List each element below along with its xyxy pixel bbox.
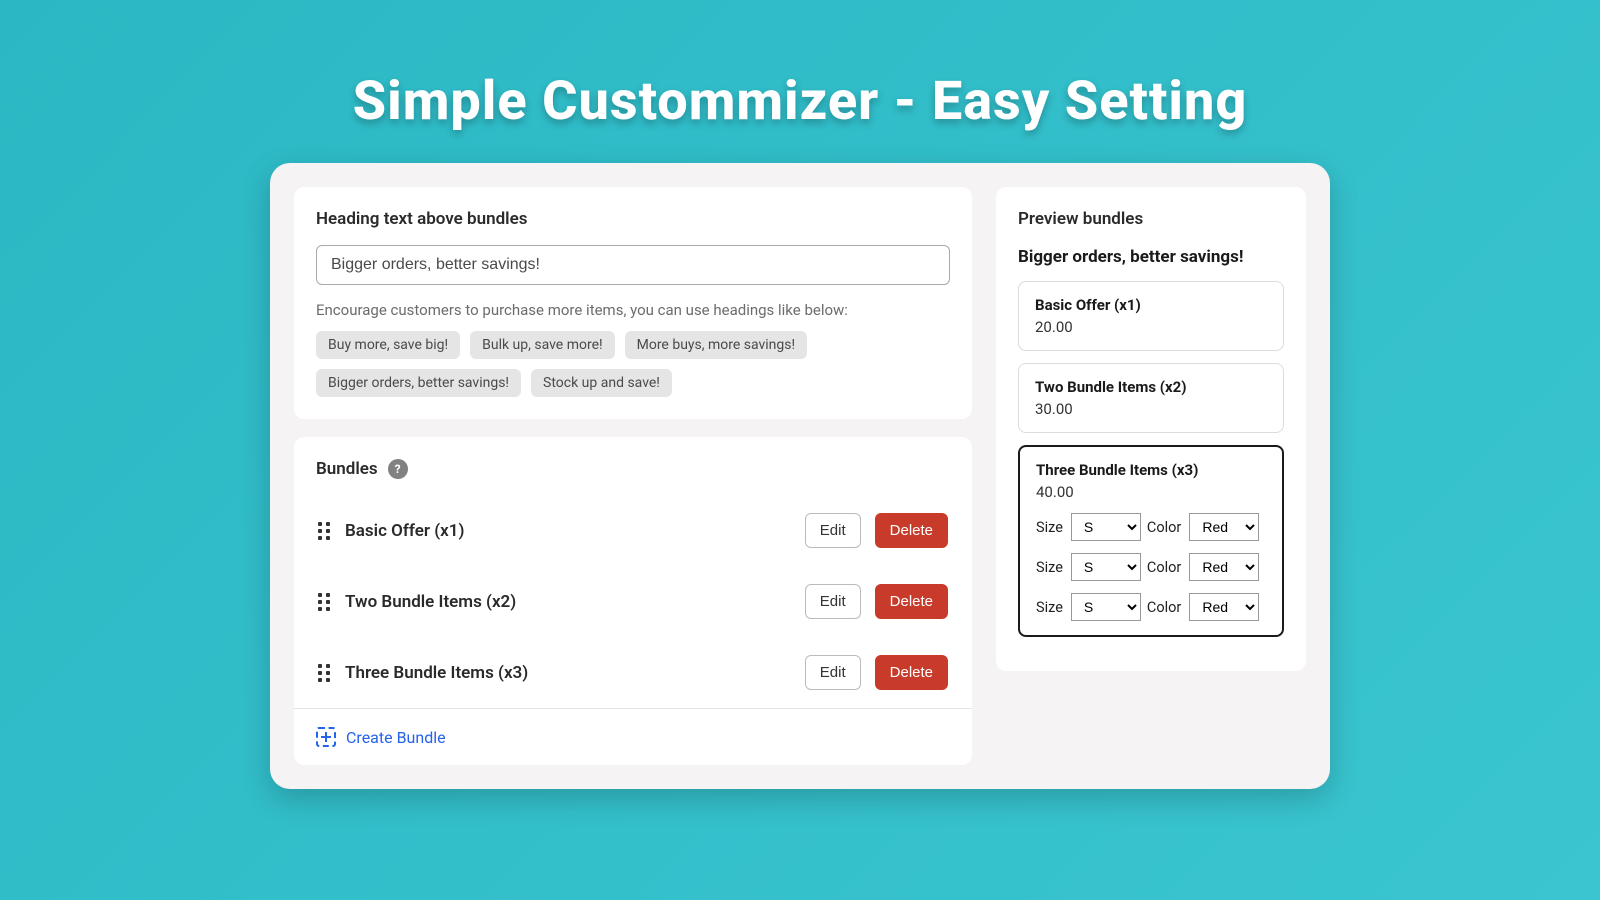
color-select[interactable]: Red	[1189, 553, 1259, 581]
preview-bundle-price: 20.00	[1035, 318, 1267, 336]
bundle-row: Two Bundle Items (x2) Edit Delete	[316, 566, 950, 637]
preview-bundle-name: Two Bundle Items (x2)	[1035, 378, 1267, 396]
preview-bundle[interactable]: Basic Offer (x1) 20.00	[1018, 281, 1284, 351]
preview-bundle[interactable]: Two Bundle Items (x2) 30.00	[1018, 363, 1284, 433]
heading-section-title: Heading text above bundles	[316, 209, 950, 229]
bundle-name: Basic Offer (x1)	[345, 521, 791, 541]
size-label: Size	[1036, 599, 1063, 616]
help-icon[interactable]: ?	[388, 459, 408, 479]
hero-title: Simple Custommizer - Easy Setting	[0, 0, 1600, 163]
bundles-section-title: Bundles ?	[316, 459, 950, 479]
drag-handle-icon[interactable]	[318, 664, 331, 682]
variant-row: Size S Color Red	[1036, 553, 1266, 581]
suggestion-chip[interactable]: More buys, more savings!	[625, 331, 808, 359]
delete-button[interactable]: Delete	[875, 655, 948, 690]
bundle-row: Three Bundle Items (x3) Edit Delete	[316, 637, 950, 708]
edit-button[interactable]: Edit	[805, 655, 861, 690]
bundle-name: Two Bundle Items (x2)	[345, 592, 791, 612]
preview-bundle-selected[interactable]: Three Bundle Items (x3) 40.00 Size S Col…	[1018, 445, 1284, 637]
preview-bundle-name: Three Bundle Items (x3)	[1036, 461, 1266, 479]
bundles-title-text: Bundles	[316, 459, 378, 479]
preview-card: Preview bundles Bigger orders, better sa…	[996, 187, 1306, 671]
bundle-row: Basic Offer (x1) Edit Delete	[316, 495, 950, 566]
preview-bundle-price: 40.00	[1036, 483, 1266, 501]
size-select[interactable]: S	[1071, 553, 1141, 581]
size-select[interactable]: S	[1071, 593, 1141, 621]
color-label: Color	[1147, 559, 1181, 576]
preview-bundle-name: Basic Offer (x1)	[1035, 296, 1267, 314]
heading-input[interactable]	[316, 245, 950, 285]
color-select[interactable]: Red	[1189, 513, 1259, 541]
drag-handle-icon[interactable]	[318, 522, 331, 540]
edit-button[interactable]: Edit	[805, 584, 861, 619]
color-label: Color	[1147, 599, 1181, 616]
preview-heading: Bigger orders, better savings!	[1018, 247, 1284, 267]
variant-row: Size S Color Red	[1036, 513, 1266, 541]
suggestion-chip[interactable]: Bigger orders, better savings!	[316, 369, 521, 397]
heading-hint: Encourage customers to purchase more ite…	[316, 301, 950, 319]
right-column: Preview bundles Bigger orders, better sa…	[996, 187, 1306, 765]
size-label: Size	[1036, 519, 1063, 536]
heading-card: Heading text above bundles Encourage cus…	[294, 187, 972, 419]
drag-handle-icon[interactable]	[318, 593, 331, 611]
suggestion-chip[interactable]: Stock up and save!	[531, 369, 672, 397]
delete-button[interactable]: Delete	[875, 584, 948, 619]
bundles-card: Bundles ? Basic Offer (x1) Edit Delete T…	[294, 437, 972, 765]
preview-bundle-price: 30.00	[1035, 400, 1267, 418]
create-bundle-link[interactable]: Create Bundle	[346, 728, 446, 747]
plus-dashed-icon	[316, 727, 336, 747]
suggestion-chips: Buy more, save big! Bulk up, save more! …	[316, 331, 950, 397]
suggestion-chip[interactable]: Buy more, save big!	[316, 331, 460, 359]
variant-row: Size S Color Red	[1036, 593, 1266, 621]
create-bundle-footer: Create Bundle	[294, 708, 972, 765]
left-column: Heading text above bundles Encourage cus…	[294, 187, 972, 765]
suggestion-chip[interactable]: Bulk up, save more!	[470, 331, 614, 359]
color-label: Color	[1147, 519, 1181, 536]
app-container: Heading text above bundles Encourage cus…	[270, 163, 1330, 789]
size-select[interactable]: S	[1071, 513, 1141, 541]
edit-button[interactable]: Edit	[805, 513, 861, 548]
color-select[interactable]: Red	[1189, 593, 1259, 621]
delete-button[interactable]: Delete	[875, 513, 948, 548]
bundle-name: Three Bundle Items (x3)	[345, 663, 791, 683]
size-label: Size	[1036, 559, 1063, 576]
preview-title: Preview bundles	[1018, 209, 1284, 229]
